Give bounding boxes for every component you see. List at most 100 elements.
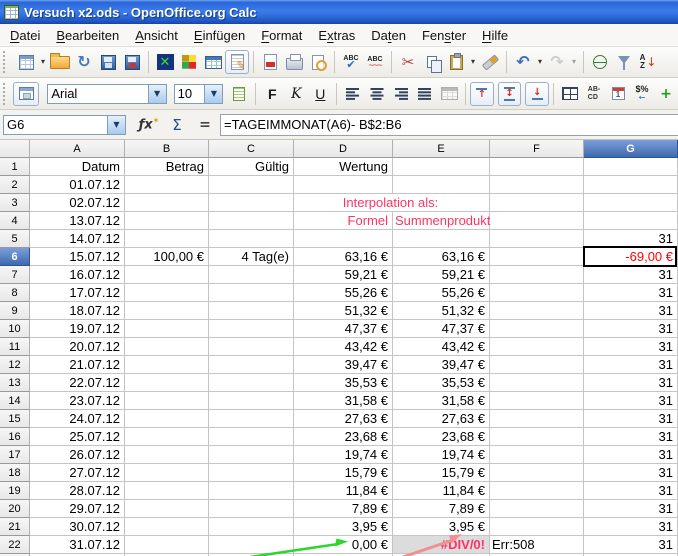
cell-G12[interactable]: 31	[584, 356, 678, 374]
cell-C8[interactable]	[209, 284, 294, 302]
add-decimal-button[interactable]: +	[654, 82, 678, 106]
cell-D16[interactable]: 23,68 €	[294, 428, 393, 446]
filter-button[interactable]	[612, 50, 636, 74]
cell-D9[interactable]: 51,32 €	[294, 302, 393, 320]
font-size-dropdown[interactable]: ▼	[204, 85, 222, 103]
function-button[interactable]: =	[194, 114, 216, 136]
cell-G8[interactable]: 31	[584, 284, 678, 302]
cell-D11[interactable]: 43,42 €	[294, 338, 393, 356]
cell-D1[interactable]: Wertung	[294, 158, 393, 176]
cell-G14[interactable]: 31	[584, 392, 678, 410]
cell-B5[interactable]	[125, 230, 209, 248]
row-header-17[interactable]: 17	[0, 446, 30, 464]
date-format-button[interactable]: 1	[606, 82, 630, 106]
cell-B22[interactable]	[125, 536, 209, 554]
cell-G10[interactable]: 31	[584, 320, 678, 338]
cell-C14[interactable]	[209, 392, 294, 410]
row-header-2[interactable]: 2	[0, 176, 30, 194]
column-header-E[interactable]: E	[393, 140, 490, 158]
row-header-10[interactable]: 10	[0, 320, 30, 338]
cell-C2[interactable]	[209, 176, 294, 194]
cell-G16[interactable]: 31	[584, 428, 678, 446]
reload-button[interactable]: ↻	[72, 50, 96, 74]
cell-F10[interactable]	[490, 320, 584, 338]
row-header-14[interactable]: 14	[0, 392, 30, 410]
cell-A3[interactable]: 02.07.12	[30, 194, 125, 212]
cell-A4[interactable]: 13.07.12	[30, 212, 125, 230]
cell-G4[interactable]	[584, 212, 678, 230]
title-bar[interactable]: Versuch x2.ods - OpenOffice.org Calc	[0, 0, 678, 24]
toolbar-grip[interactable]	[3, 51, 12, 73]
menu-daten[interactable]: Daten	[363, 25, 414, 46]
cell-C22[interactable]	[209, 536, 294, 554]
cell-B3[interactable]	[125, 194, 209, 212]
cell-E15[interactable]: 27,63 €	[393, 410, 490, 428]
row-header-8[interactable]: 8	[0, 284, 30, 302]
name-box[interactable]: ▼	[3, 115, 126, 135]
cell-C9[interactable]	[209, 302, 294, 320]
hyperlink-button[interactable]	[588, 50, 612, 74]
cell-D15[interactable]: 27,63 €	[294, 410, 393, 428]
font-size-input[interactable]	[175, 85, 205, 103]
cell-C13[interactable]	[209, 374, 294, 392]
cell-B4[interactable]	[125, 212, 209, 230]
cell-B2[interactable]	[125, 176, 209, 194]
cell-A13[interactable]: 22.07.12	[30, 374, 125, 392]
cell-C19[interactable]	[209, 482, 294, 500]
cell-F22[interactable]: Err:508	[490, 536, 584, 554]
cell-E16[interactable]: 23,68 €	[393, 428, 490, 446]
cell-F15[interactable]	[490, 410, 584, 428]
cell-F11[interactable]	[490, 338, 584, 356]
bold-button[interactable]: F	[260, 82, 284, 106]
redo-button[interactable]: ↷	[545, 50, 569, 74]
cell-B1[interactable]: Betrag	[125, 158, 209, 176]
cell-G15[interactable]: 31	[584, 410, 678, 428]
row-header-11[interactable]: 11	[0, 338, 30, 356]
cell-E17[interactable]: 19,74 €	[393, 446, 490, 464]
cell-A6[interactable]: 15.07.12	[30, 248, 125, 266]
cell-A2[interactable]: 01.07.12	[30, 176, 125, 194]
cell-C1[interactable]: Gültig	[209, 158, 294, 176]
cell-reference-input[interactable]	[4, 116, 107, 134]
cell-D17[interactable]: 19,74 €	[294, 446, 393, 464]
cell-D3[interactable]: Interpolation als:	[294, 194, 490, 212]
cell-G21[interactable]: 31	[584, 518, 678, 536]
cell-C20[interactable]	[209, 500, 294, 518]
font-name-input[interactable]	[48, 85, 147, 103]
cell-A5[interactable]: 14.07.12	[30, 230, 125, 248]
cell-D18[interactable]: 15,79 €	[294, 464, 393, 482]
cell-B12[interactable]	[125, 356, 209, 374]
align-right-button[interactable]	[389, 82, 413, 106]
cell-G19[interactable]: 31	[584, 482, 678, 500]
auto-spellcheck-button[interactable]: ABC~~~	[363, 50, 387, 74]
column-header-A[interactable]: A	[30, 140, 125, 158]
cell-F8[interactable]	[490, 284, 584, 302]
cell-B20[interactable]	[125, 500, 209, 518]
cell-E12[interactable]: 39,47 €	[393, 356, 490, 374]
row-header-6[interactable]: 6	[0, 248, 30, 266]
cell-F18[interactable]	[490, 464, 584, 482]
redo-dropdown[interactable]: ▾	[569, 50, 579, 74]
input-line[interactable]	[220, 114, 678, 136]
cell-B7[interactable]	[125, 266, 209, 284]
cell-A18[interactable]: 27.07.12	[30, 464, 125, 482]
cell-E20[interactable]: 7,89 €	[393, 500, 490, 518]
cell-D5[interactable]	[294, 230, 393, 248]
function-wizard-button[interactable]: ƒx✶	[138, 114, 160, 136]
row-header-16[interactable]: 16	[0, 428, 30, 446]
cell-A17[interactable]: 26.07.12	[30, 446, 125, 464]
cell-D10[interactable]: 47,37 €	[294, 320, 393, 338]
column-header-B[interactable]: B	[125, 140, 209, 158]
row-header-21[interactable]: 21	[0, 518, 30, 536]
cell-B18[interactable]	[125, 464, 209, 482]
cell-F2[interactable]	[490, 176, 584, 194]
insert-table-button[interactable]	[201, 50, 225, 74]
cell-C7[interactable]	[209, 266, 294, 284]
undo-button[interactable]: ↶	[511, 50, 535, 74]
undo-dropdown[interactable]: ▾	[535, 50, 545, 74]
cell-A19[interactable]: 28.07.12	[30, 482, 125, 500]
cell-C5[interactable]	[209, 230, 294, 248]
cell-E1[interactable]	[393, 158, 490, 176]
cell-E10[interactable]: 47,37 €	[393, 320, 490, 338]
cell-E11[interactable]: 43,42 €	[393, 338, 490, 356]
